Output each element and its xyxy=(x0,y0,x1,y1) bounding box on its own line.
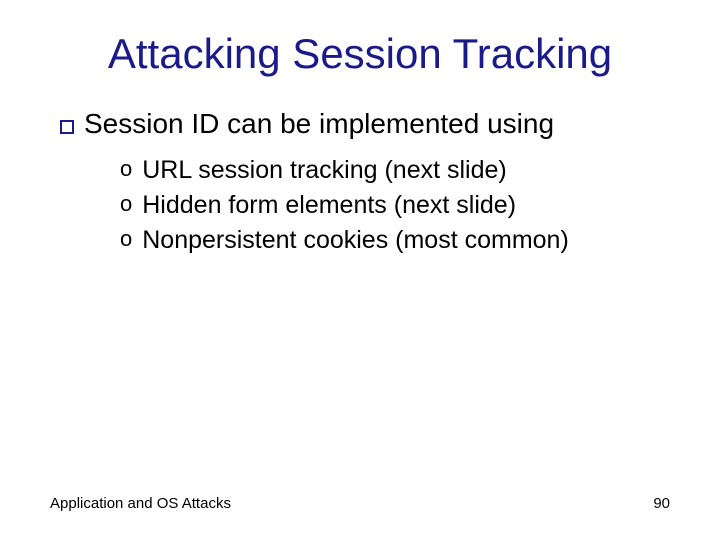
level2-text: URL session tracking (next slide) xyxy=(142,156,507,185)
circle-bullet-icon: o xyxy=(120,156,132,182)
circle-bullet-icon: o xyxy=(120,226,132,252)
bullet-level2: o Nonpersistent cookies (most common) xyxy=(120,226,670,255)
bullet-level1: Session ID can be implemented using xyxy=(60,108,670,140)
level2-text: Nonpersistent cookies (most common) xyxy=(142,226,569,255)
footer-page-number: 90 xyxy=(653,495,670,512)
level2-text: Hidden form elements (next slide) xyxy=(142,191,516,220)
circle-bullet-icon: o xyxy=(120,191,132,217)
slide-container: Attacking Session Tracking Session ID ca… xyxy=(0,0,720,540)
slide-footer: Application and OS Attacks 90 xyxy=(50,495,670,512)
bullet-level2: o URL session tracking (next slide) xyxy=(120,156,670,185)
square-bullet-icon xyxy=(60,120,74,134)
bullet-level2: o Hidden form elements (next slide) xyxy=(120,191,670,220)
footer-left: Application and OS Attacks xyxy=(50,495,231,512)
slide-title: Attacking Session Tracking xyxy=(50,30,670,78)
level1-text: Session ID can be implemented using xyxy=(84,108,554,140)
